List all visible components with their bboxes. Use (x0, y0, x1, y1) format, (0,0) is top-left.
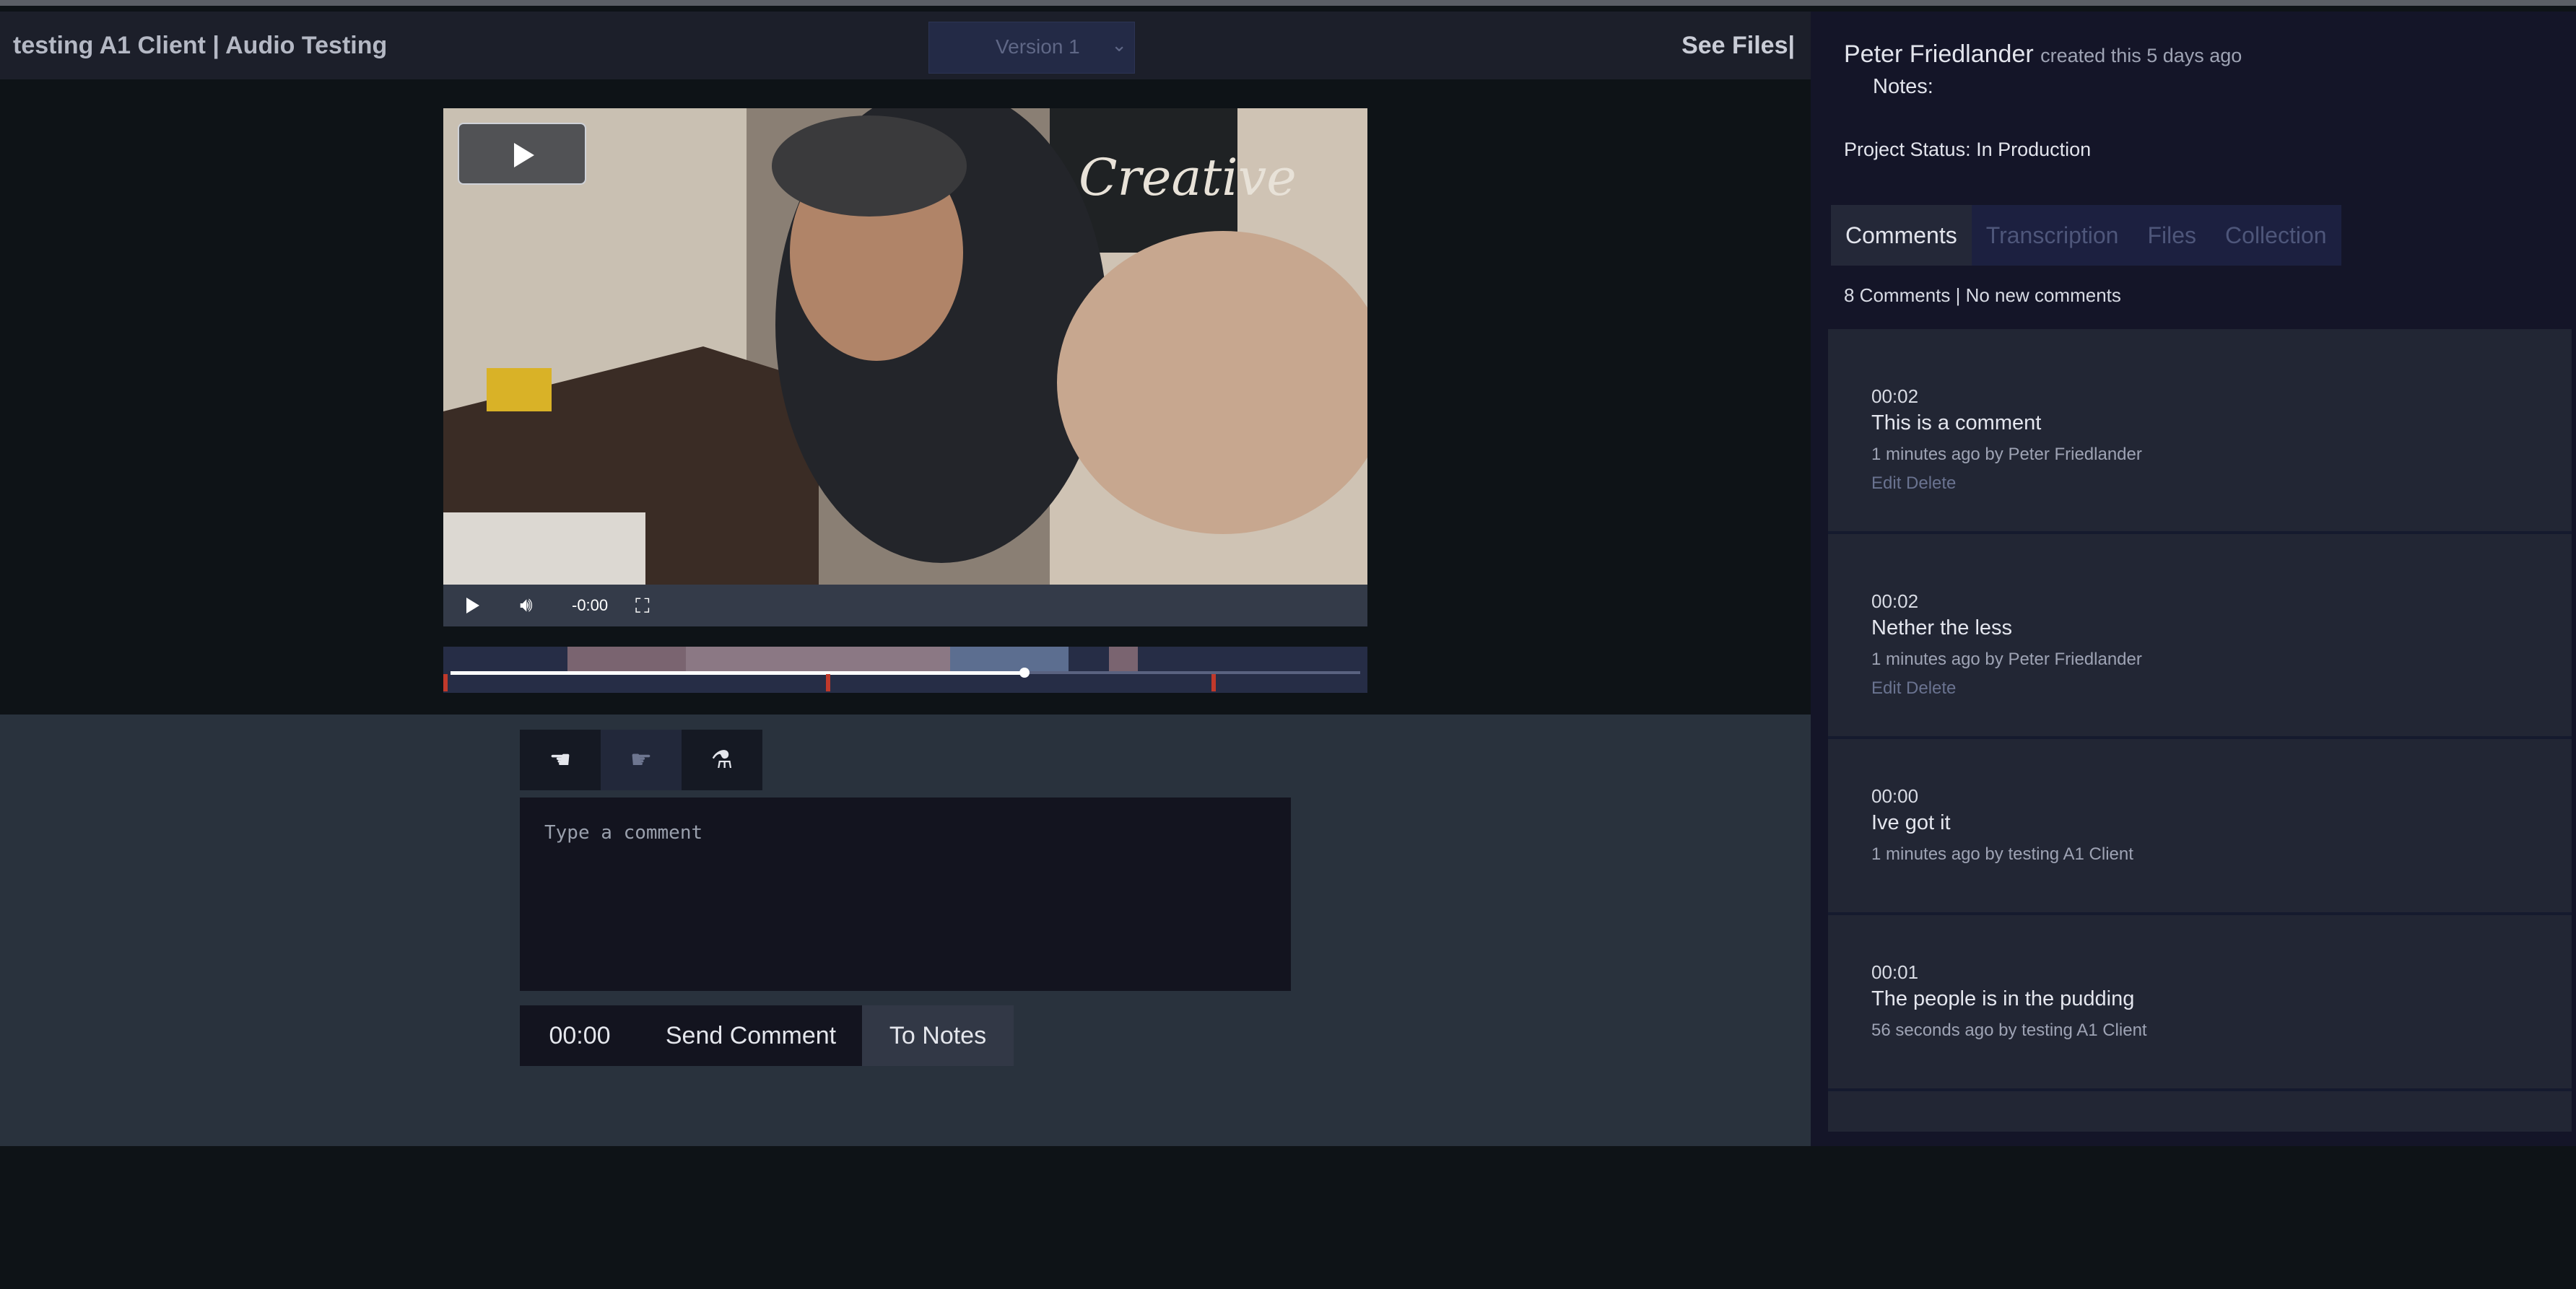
comment-item[interactable]: 00:02 Nether the less 1 minutes ago by P… (1828, 534, 2572, 739)
comment-input[interactable] (520, 798, 1291, 991)
comment-timecode[interactable]: 00:00 (520, 1005, 640, 1066)
comment-list: 00:02 This is a comment 1 minutes ago by… (1828, 329, 2572, 1132)
comment-time[interactable]: 00:02 (1871, 590, 1918, 613)
comment-marker[interactable] (443, 674, 448, 691)
sidebar: Peter Friedlander created this 5 days ag… (1811, 12, 2576, 1146)
big-play-button[interactable] (458, 123, 586, 185)
comment-time[interactable]: 00:01 (1871, 961, 1918, 984)
timeline-segment (686, 647, 950, 671)
to-notes-button[interactable]: To Notes (862, 1005, 1014, 1066)
sidebar-tabs: Comments Transcription Files Collection (1831, 205, 2341, 266)
comment-actions: Edit Delete (1871, 473, 1956, 494)
comment-text: Ive got it (1871, 811, 1951, 834)
delete-comment-link[interactable]: Delete (1906, 473, 1956, 493)
annotation-toolbar: ☚ ☛ ⚗ (520, 730, 762, 790)
comment-time[interactable]: 00:02 (1871, 385, 1918, 408)
comment-text: The people is in the pudding (1871, 987, 2135, 1010)
comment-meta: 56 seconds ago by testing A1 Client (1871, 1021, 2147, 1040)
timeline-segment (1109, 647, 1138, 671)
version-select[interactable]: Version 1 ⌄ (928, 22, 1135, 74)
comment-text: Nether the less (1871, 616, 2013, 639)
comment-marker[interactable] (826, 674, 830, 691)
comment-item[interactable]: 00:02 This is a comment 1 minutes ago by… (1828, 329, 2572, 534)
play-icon (514, 143, 534, 167)
send-comment-button[interactable]: Send Comment (640, 1005, 862, 1066)
video-player[interactable]: Creative (443, 108, 1367, 585)
comment-item[interactable]: 00:00 Ive got it 1 minutes ago by testin… (1828, 739, 2572, 915)
comment-counts: 8 Comments | No new comments (1844, 284, 2121, 306)
header-bar: testing A1 Client | Audio Testing Versio… (0, 12, 1811, 79)
comment-timeline[interactable] (443, 647, 1367, 693)
mortar-pestle-icon[interactable]: ⚗ (682, 730, 762, 790)
see-files-link[interactable]: See Files| (1681, 32, 1795, 60)
comment-actions: 00:00 Send Comment To Notes (520, 1005, 1014, 1066)
video-controls: 🔊︎ -0:00 ⛶ (443, 585, 1367, 626)
hand-pointer-icon[interactable]: ☚ (520, 730, 601, 790)
play-icon[interactable] (466, 598, 479, 613)
comment-marker[interactable] (1211, 674, 1216, 691)
notes-label: Notes: (1873, 75, 1933, 98)
comment-text: This is a comment (1871, 411, 2042, 434)
tab-transcription[interactable]: Transcription (1971, 205, 2133, 266)
seek-handle[interactable] (1019, 668, 1030, 678)
edit-comment-link[interactable]: Edit (1871, 678, 1901, 698)
tab-collection[interactable]: Collection (2211, 205, 2341, 266)
tab-comments[interactable]: Comments (1831, 205, 1972, 266)
time-remaining: -0:00 (572, 596, 609, 614)
comment-item-partial (1828, 1091, 2572, 1132)
comment-meta: 1 minutes ago by testing A1 Client (1871, 844, 2133, 864)
project-status: Project Status: In Production (1844, 139, 2092, 160)
timeline-segment (567, 647, 686, 671)
delete-comment-link[interactable]: Delete (1906, 678, 1956, 698)
svg-text:Creative: Creative (1079, 148, 1297, 207)
project-creator: Peter Friedlander created this 5 days ag… (1844, 40, 2242, 69)
comment-actions: Edit Delete (1871, 678, 1956, 699)
hand-point-icon[interactable]: ☛ (601, 730, 682, 790)
timeline-segment (950, 647, 1069, 671)
creator-name[interactable]: Peter Friedlander (1844, 40, 2034, 68)
fullscreen-icon[interactable]: ⛶ (635, 595, 650, 619)
version-select-value: Version 1 (996, 35, 1080, 58)
comment-meta: 1 minutes ago by Peter Friedlander (1871, 445, 2142, 464)
chevron-down-icon: ⌄ (1111, 34, 1127, 56)
seek-progress (451, 671, 1024, 675)
comment-time[interactable]: 00:00 (1871, 785, 1918, 808)
window-top-border (0, 0, 2576, 6)
volume-icon[interactable]: 🔊︎ (520, 593, 533, 617)
edit-comment-link[interactable]: Edit (1871, 473, 1901, 493)
project-title: testing A1 Client | Audio Testing (13, 32, 388, 59)
comment-item[interactable]: 00:01 The people is in the pudding 56 se… (1828, 915, 2572, 1091)
tab-files[interactable]: Files (2133, 205, 2211, 266)
comment-meta: 1 minutes ago by Peter Friedlander (1871, 650, 2142, 669)
created-text: created this 5 days ago (2040, 45, 2242, 66)
